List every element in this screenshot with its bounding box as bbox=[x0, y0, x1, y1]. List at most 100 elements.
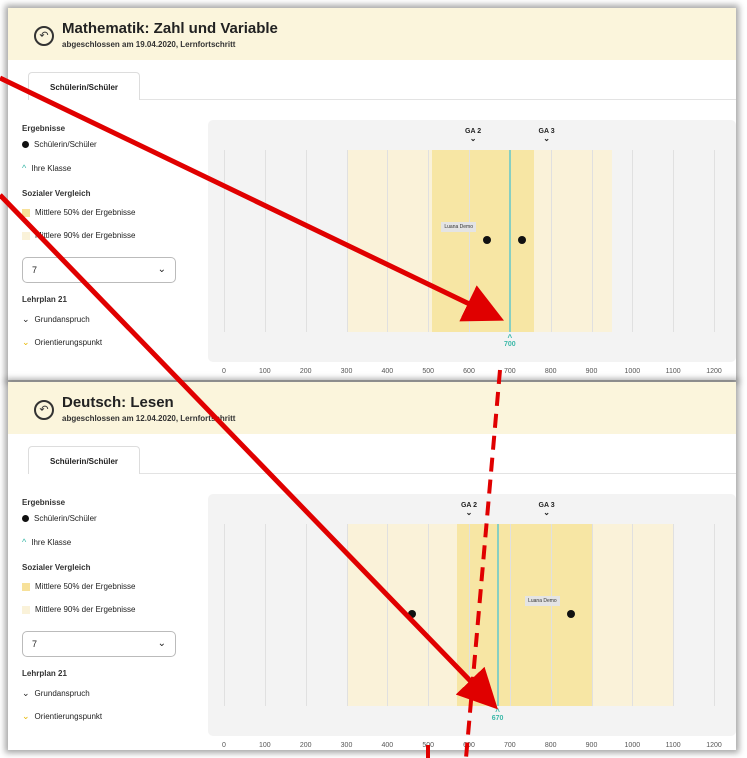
legend-results-heading: Ergebnisse bbox=[22, 498, 66, 507]
grade-select-value: 7 bbox=[32, 639, 38, 649]
axis-tick-label: 1200 bbox=[706, 368, 722, 375]
result-chart: 0 100 200 300 400 500 600 700 800 900 1000 1100 1200… bbox=[208, 120, 736, 375]
axis-tick-label: 300 bbox=[340, 368, 353, 375]
legend-class: ^ Ihre Klasse bbox=[22, 537, 71, 547]
legend-orient[interactable]: ⌄ Orientierungspunkt bbox=[22, 711, 102, 722]
student-dot-icon bbox=[22, 141, 29, 149]
back-icon[interactable]: ↶ bbox=[34, 400, 54, 420]
axis-tick-label: 0 bbox=[222, 742, 226, 749]
class-value-text: 670 bbox=[491, 715, 504, 722]
gridline bbox=[591, 150, 593, 332]
legend-middle50-label: Mittlere 50% der Ergebnisse bbox=[35, 582, 136, 591]
grade-select-value: 7 bbox=[32, 265, 38, 275]
gridline bbox=[305, 524, 307, 706]
gridline bbox=[632, 524, 634, 706]
axis-tick-label: 300 bbox=[340, 742, 353, 749]
band90-swatch-icon bbox=[22, 231, 30, 240]
class-value-text: 700 bbox=[503, 341, 516, 348]
legend-results-heading: Ergebnisse bbox=[22, 124, 66, 133]
student-point[interactable] bbox=[407, 610, 416, 618]
chevron-down-icon: ⌄ bbox=[157, 638, 166, 649]
gridline bbox=[224, 150, 225, 332]
axis-tick-label: 1200 bbox=[706, 742, 722, 749]
gridline bbox=[632, 150, 634, 332]
chevron-down-icon[interactable]: ⌄ bbox=[532, 135, 562, 143]
axis-tick-label: 800 bbox=[544, 368, 557, 375]
result-chart: 0 100 200 300 400 500 600 700 800 900 1000 1100 1200… bbox=[208, 494, 736, 749]
gridline bbox=[264, 524, 266, 706]
class-value-line bbox=[508, 150, 511, 332]
legend-middle50-label: Mittlere 50% der Ergebnisse bbox=[35, 208, 136, 217]
ga-marker: GA 3 ⌄ bbox=[532, 128, 562, 143]
legend-orient-label: Orientierungspunkt bbox=[34, 712, 103, 721]
panel-header: ↶ Mathematik: Zahl und Variable abgeschl… bbox=[8, 8, 736, 60]
axis-tick-label: 400 bbox=[381, 368, 394, 375]
gridline bbox=[714, 150, 715, 332]
axis-tick-label: 900 bbox=[585, 368, 598, 375]
legend-grund[interactable]: ⌄ Grundanspruch bbox=[22, 688, 90, 699]
point-tooltip: Luana Demo bbox=[441, 222, 477, 232]
tab-student[interactable]: Schülerin/Schüler bbox=[28, 72, 140, 100]
gridline bbox=[346, 150, 348, 332]
back-icon[interactable]: ↶ bbox=[34, 26, 54, 46]
chevron-down-icon[interactable]: ⌄ bbox=[458, 135, 488, 143]
gridline bbox=[550, 150, 552, 332]
gridline bbox=[428, 524, 430, 706]
chevron-down-icon[interactable]: ⌄ bbox=[532, 509, 562, 517]
axis-tick-label: 600 bbox=[463, 368, 475, 375]
class-value-label: ^ 670 bbox=[491, 707, 504, 723]
tab-student[interactable]: Schülerin/Schüler bbox=[28, 446, 140, 474]
legend-middle90-label: Mittlere 90% der Ergebnisse bbox=[35, 605, 136, 614]
axis-tick-label: 100 bbox=[258, 742, 271, 749]
legend-middle90-label: Mittlere 90% der Ergebnisse bbox=[35, 231, 136, 240]
axis-tick-label: 600 bbox=[463, 742, 475, 749]
ga-marker: GA 2 ⌄ bbox=[454, 502, 484, 517]
axis-tick-label: 500 bbox=[422, 742, 434, 749]
axis-tick-label: 0 bbox=[222, 368, 226, 375]
gridline bbox=[673, 524, 675, 706]
axis-tick-label: 900 bbox=[585, 742, 598, 749]
legend-student-label: Schülerin/Schüler bbox=[34, 140, 97, 149]
class-value-label: ^ 700 bbox=[503, 333, 516, 349]
legend-grund-label: Grundanspruch bbox=[34, 689, 90, 698]
math-result-panel: ↶ Mathematik: Zahl und Variable abgeschl… bbox=[8, 8, 736, 380]
legend-grund-label: Grundanspruch bbox=[34, 315, 90, 324]
gridline bbox=[550, 524, 552, 706]
chevron-down-icon[interactable]: ⌄ bbox=[454, 509, 484, 517]
ga-marker: GA 3 ⌄ bbox=[532, 502, 562, 517]
ga-marker: GA 2 ⌄ bbox=[458, 128, 488, 143]
axis-tick-label: 800 bbox=[544, 742, 557, 749]
band50-swatch-icon bbox=[22, 582, 30, 591]
axis-tick-label: 400 bbox=[381, 742, 394, 749]
legend-class-label: Ihre Klasse bbox=[31, 164, 72, 173]
chevron-down-icon: ⌄ bbox=[22, 711, 30, 721]
chevron-up-icon: ^ bbox=[22, 163, 27, 173]
legend-student: Schülerin/Schüler bbox=[22, 514, 97, 523]
axis-tick-label: 1000 bbox=[624, 742, 641, 749]
legend-orient[interactable]: ⌄ Orientierungspunkt bbox=[22, 337, 102, 348]
legend-middle90: Mittlere 90% der Ergebnisse bbox=[22, 605, 136, 614]
band90-swatch-icon bbox=[22, 605, 30, 614]
gridline bbox=[469, 524, 470, 706]
axis-tick-label: 200 bbox=[299, 368, 312, 375]
grade-select[interactable]: 7 ⌄ bbox=[22, 257, 176, 283]
axis-tick-label: 200 bbox=[299, 742, 312, 749]
student-dot-icon bbox=[22, 515, 29, 523]
gridline bbox=[305, 150, 307, 332]
legend-orient-label: Orientierungspunkt bbox=[34, 338, 103, 347]
axis-tick-label: 1100 bbox=[665, 742, 681, 749]
axis-tick-label: 1100 bbox=[665, 368, 681, 375]
grade-select[interactable]: 7 ⌄ bbox=[22, 631, 176, 657]
chevron-down-icon: ⌄ bbox=[22, 314, 30, 324]
legend-middle50: Mittlere 50% der Ergebnisse bbox=[22, 582, 136, 591]
point-tooltip: Luana Demo bbox=[525, 596, 560, 606]
legend-class: ^ Ihre Klasse bbox=[22, 163, 71, 173]
legend-middle50: Mittlere 50% der Ergebnisse bbox=[22, 208, 136, 217]
page-title: Deutsch: Lesen bbox=[62, 394, 174, 411]
gridline bbox=[428, 150, 430, 332]
legend-student-label: Schülerin/Schüler bbox=[34, 514, 97, 523]
axis-tick-label: 700 bbox=[503, 742, 516, 749]
gridline bbox=[346, 524, 348, 706]
legend-social-heading: Sozialer Vergleich bbox=[22, 563, 91, 572]
legend-grund[interactable]: ⌄ Grundanspruch bbox=[22, 314, 90, 325]
